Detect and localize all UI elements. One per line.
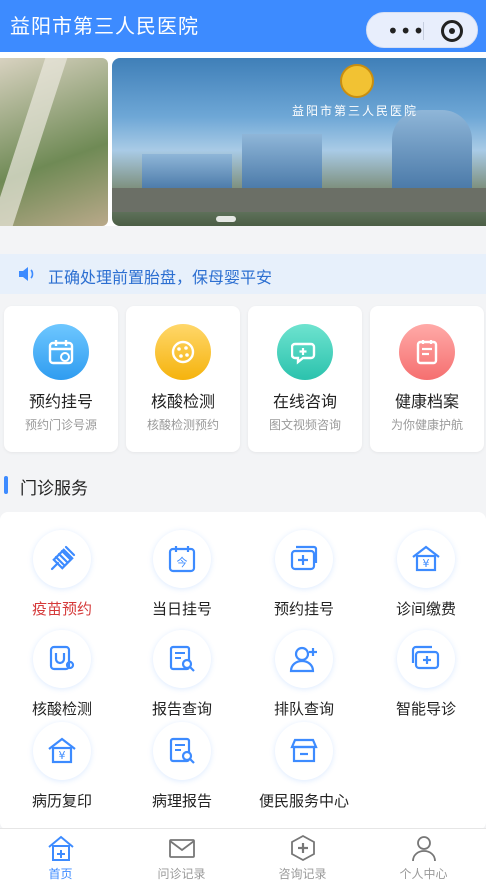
appointment-icon (275, 530, 333, 588)
bottom-tab-bar: 首页 问诊记录 咨询记录 个人中心 (0, 828, 486, 888)
service-pathology-report[interactable]: 病理报告 (122, 708, 242, 810)
record-icon (399, 324, 455, 380)
card-title: 预约挂号 (28, 392, 93, 411)
card-subtitle: 为你健康护航 (390, 418, 463, 432)
capsule-divider (423, 22, 424, 40)
notice-bar[interactable]: 正确处理前置胎盘，保母婴平安 (0, 254, 486, 294)
service-record-copy[interactable]: ¥ 病历复印 (2, 708, 122, 810)
today-calendar-icon: 今 (153, 530, 211, 588)
app-header: 益阳市第三人民医院 ••• (0, 0, 486, 52)
calendar-icon (33, 324, 89, 380)
service-smart-guide[interactable]: 智能导诊 (366, 616, 486, 718)
tab-profile[interactable]: 个人中心 (363, 829, 484, 888)
service-today-register[interactable]: 今 当日挂号 (122, 516, 242, 618)
notice-text: 正确处理前置胎盘，保母婴平安 (48, 268, 273, 287)
tab-inquiry-history[interactable]: 咨询记录 (242, 829, 363, 888)
building-shape (142, 154, 232, 190)
svg-text:今: 今 (177, 555, 188, 569)
guide-chat-icon (397, 630, 455, 688)
hospital-logo (340, 64, 374, 98)
more-dots-icon[interactable]: ••• (387, 19, 425, 43)
card-title: 在线咨询 (272, 392, 337, 411)
user-icon (412, 836, 436, 862)
tab-consult-history[interactable]: 问诊记录 (121, 829, 242, 888)
report-search-icon (153, 630, 211, 688)
banner-carousel[interactable]: 益阳市第三人民医院 (0, 52, 486, 226)
card-appointment[interactable]: 预约挂号 预约门诊号源 (4, 306, 118, 452)
payment-icon: ¥ (397, 530, 455, 588)
medical-cross-icon (291, 834, 315, 862)
service-report-query[interactable]: 报告查询 (122, 616, 242, 718)
service-payment[interactable]: ¥ 诊间缴费 (366, 516, 486, 618)
home-icon (48, 835, 74, 861)
svg-text:¥: ¥ (59, 749, 66, 762)
building-shape (392, 110, 472, 190)
card-title: 健康档案 (394, 392, 459, 411)
card-subtitle: 预约门诊号源 (24, 418, 97, 432)
card-title: 核酸检测 (150, 392, 215, 411)
service-label: 病历复印 (31, 792, 92, 810)
tab-home[interactable]: 首页 (0, 829, 121, 888)
carousel-indicator (216, 216, 236, 222)
queue-user-icon (275, 630, 333, 688)
virus-icon (155, 324, 211, 380)
mail-icon (169, 839, 195, 858)
section-accent-bar (4, 476, 8, 494)
service-queue-query[interactable]: 排队查询 (244, 616, 364, 718)
section-title: 门诊服务 (20, 479, 88, 499)
building-shape (242, 134, 322, 190)
tab-label: 首页 (48, 867, 73, 881)
banner-slide-aerial[interactable] (0, 58, 108, 226)
card-nucleic-test[interactable]: 核酸检测 核酸检测预约 (126, 306, 240, 452)
service-label: 智能导诊 (395, 700, 456, 718)
mini-program-capsule: ••• (366, 12, 478, 48)
service-center-icon (275, 722, 333, 780)
banner-slide-hospital[interactable]: 益阳市第三人民医院 (112, 58, 486, 226)
service-label: 病理报告 (151, 792, 212, 810)
stethoscope-icon (33, 630, 91, 688)
service-convenience-center[interactable]: 便民服务中心 (244, 708, 364, 810)
card-online-consult[interactable]: 在线咨询 图文视频咨询 (248, 306, 362, 452)
tab-label: 问诊记录 (157, 867, 206, 881)
speaker-icon (19, 267, 34, 281)
page-title: 益阳市第三人民医院 (10, 14, 199, 38)
section-header: 门诊服务 (0, 470, 486, 500)
record-copy-icon: ¥ (33, 722, 91, 780)
tab-label: 咨询记录 (278, 867, 327, 881)
service-label: 便民服务中心 (258, 792, 349, 810)
road-shape (112, 188, 486, 212)
outpatient-services-grid: 疫苗预约 今 当日挂号 预约挂号 ¥ 诊间缴费 核酸检测 报告查询 排队查询 智… (0, 512, 486, 830)
banner-hospital-name: 益阳市第三人民医院 (292, 104, 419, 118)
tab-label: 个人中心 (399, 867, 448, 881)
card-subtitle: 核酸检测预约 (146, 418, 219, 432)
svg-text:¥: ¥ (423, 557, 430, 570)
service-appointment[interactable]: 预约挂号 (244, 516, 364, 618)
chat-icon (277, 324, 333, 380)
pathology-report-icon (153, 722, 211, 780)
service-vaccine[interactable]: 疫苗预约 (2, 516, 122, 618)
target-close-icon[interactable] (441, 20, 463, 42)
service-nucleic-test[interactable]: 核酸检测 (2, 616, 122, 718)
card-subtitle: 图文视频咨询 (268, 418, 341, 432)
vaccine-icon (33, 530, 91, 588)
card-health-record[interactable]: 健康档案 为你健康护航 (370, 306, 484, 452)
